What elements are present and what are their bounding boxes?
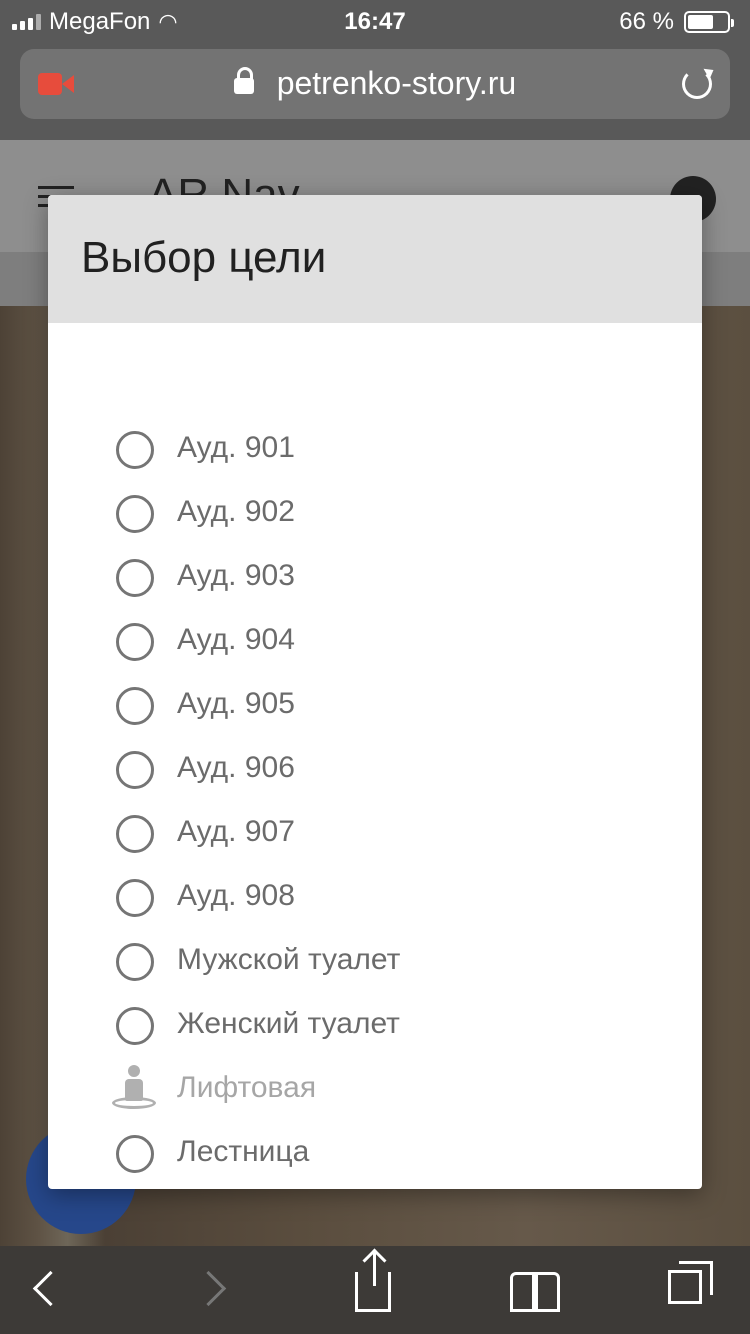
address-bar[interactable]: petrenko-story.ru: [20, 49, 730, 119]
battery-fill: [688, 15, 714, 29]
dialog-header: Выбор цели: [48, 195, 702, 323]
radio-button[interactable]: [116, 495, 154, 533]
forward-icon[interactable]: [190, 1270, 227, 1307]
status-bar: MegaFon ◠ 16:47 66 %: [0, 0, 750, 42]
url-display[interactable]: petrenko-story.ru: [20, 65, 730, 102]
target-option[interactable]: Ауд. 902: [48, 481, 702, 545]
bookmarks-icon[interactable]: [510, 1272, 560, 1312]
tabs-icon[interactable]: [668, 1261, 713, 1304]
target-option-label: Ауд. 904: [177, 623, 295, 656]
target-option[interactable]: Лестница: [48, 1121, 702, 1185]
target-select-dialog: Выбор цели Ауд. 901 Ауд. 902 Ауд. 903 Ау…: [48, 195, 702, 1189]
url-text: petrenko-story.ru: [276, 65, 517, 101]
target-option-label: Ауд. 906: [177, 751, 295, 784]
radio-button[interactable]: [116, 1135, 154, 1173]
radio-button[interactable]: [116, 431, 154, 469]
radio-button[interactable]: [116, 623, 154, 661]
target-option-label: Ауд. 908: [177, 879, 295, 912]
battery-icon: [684, 11, 734, 33]
target-options-list: Ауд. 901 Ауд. 902 Ауд. 903 Ауд. 904 Ауд.…: [48, 417, 702, 1185]
target-option[interactable]: Ауд. 908: [48, 865, 702, 929]
target-option[interactable]: Женский туалет: [48, 993, 702, 1057]
back-icon[interactable]: [32, 1270, 69, 1307]
reload-icon[interactable]: [682, 69, 712, 99]
target-option[interactable]: Ауд. 901: [48, 417, 702, 481]
dialog-title: Выбор цели: [81, 233, 327, 282]
target-option[interactable]: Ауд. 903: [48, 545, 702, 609]
target-option-label: Женский туалет: [177, 1007, 400, 1040]
radio-button[interactable]: [116, 1007, 154, 1045]
target-option-label: Лестница: [177, 1135, 310, 1168]
target-option[interactable]: Мужской туалет: [48, 929, 702, 993]
radio-button[interactable]: [116, 815, 154, 853]
lock-icon: [233, 66, 254, 94]
target-option-label: Ауд. 903: [177, 559, 295, 592]
person-location-icon: [110, 1065, 160, 1113]
radio-button[interactable]: [116, 559, 154, 597]
radio-button[interactable]: [116, 687, 154, 725]
radio-button[interactable]: [116, 751, 154, 789]
target-option-label: Ауд. 901: [177, 431, 295, 464]
target-option-label: Мужской туалет: [177, 943, 401, 976]
target-option[interactable]: Ауд. 907: [48, 801, 702, 865]
target-option-label: Ауд. 902: [177, 495, 295, 528]
battery-percent: 66 %: [619, 8, 674, 35]
target-option[interactable]: Ауд. 906: [48, 737, 702, 801]
target-option[interactable]: Ауд. 905: [48, 673, 702, 737]
browser-toolbar: petrenko-story.ru: [0, 42, 750, 140]
status-right: 66 %: [619, 8, 734, 36]
radio-button[interactable]: [116, 943, 154, 981]
target-option-label: Ауд. 907: [177, 815, 295, 848]
share-icon[interactable]: [355, 1252, 391, 1312]
target-option-label: Лифтовая: [177, 1071, 317, 1104]
radio-button[interactable]: [116, 879, 154, 917]
target-option-current: Лифтовая: [48, 1057, 702, 1121]
target-option-label: Ауд. 905: [177, 687, 295, 720]
target-option[interactable]: Ауд. 904: [48, 609, 702, 673]
browser-bottom-toolbar: [0, 1246, 750, 1334]
